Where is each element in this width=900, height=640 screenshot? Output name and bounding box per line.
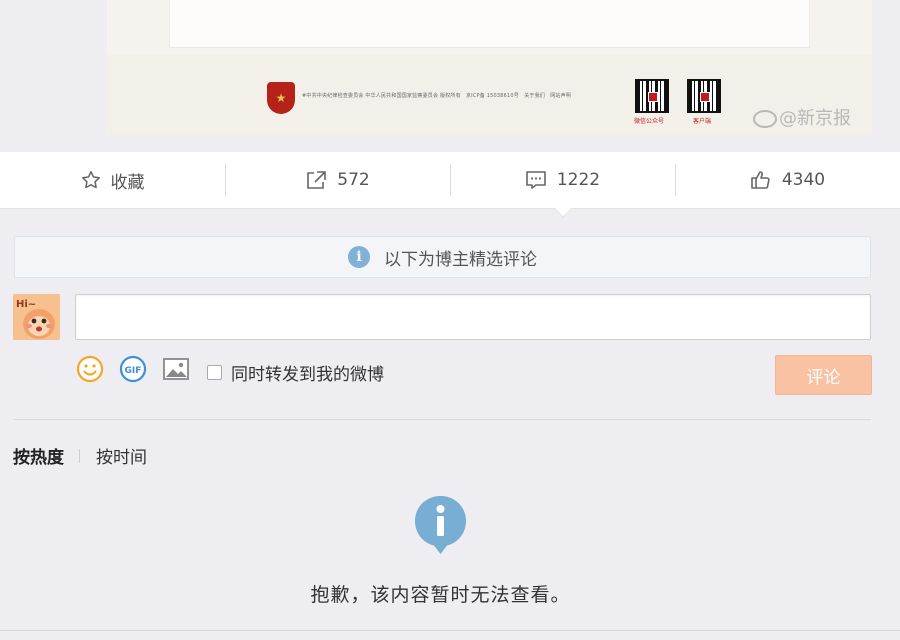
- star-icon: [81, 170, 101, 190]
- qr-caption-app: 客户端: [693, 118, 712, 125]
- tab-sort-by-time[interactable]: 按时间: [96, 443, 147, 468]
- weibo-logo-icon: [753, 110, 777, 128]
- tab-sort-by-hot[interactable]: 按热度: [13, 443, 64, 468]
- gif-button[interactable]: GIF: [119, 355, 147, 383]
- emblem-logo: ★: [267, 82, 295, 114]
- empty-state-message: 抱歉，该内容暂时无法查看。: [310, 584, 571, 606]
- divider: [14, 419, 871, 420]
- article-card-bottom: [169, 0, 810, 48]
- submit-comment-button[interactable]: 评论: [775, 355, 872, 395]
- qr-caption-wechat: 微信公众号: [634, 118, 665, 125]
- comment-sort-tabs: 按热度 按时间: [13, 443, 147, 468]
- gif-icon: GIF: [119, 355, 147, 383]
- comment-button[interactable]: 1222: [450, 152, 675, 208]
- repost-count: 572: [337, 170, 370, 190]
- like-button[interactable]: 4340: [675, 152, 900, 208]
- favorite-label: 收藏: [110, 172, 145, 193]
- notice-text: 以下为博主精选评论: [384, 249, 537, 270]
- svg-text:Hi~: Hi~: [16, 299, 36, 310]
- image-icon: [163, 358, 189, 380]
- comment-count: 1222: [556, 170, 601, 190]
- comment-icon: [525, 170, 547, 190]
- image-button[interactable]: [162, 355, 190, 383]
- svg-text:GIF: GIF: [125, 366, 142, 376]
- repost-to-weibo-checkbox[interactable]: 同时转发到我的微博: [207, 360, 384, 385]
- share-icon: [305, 170, 327, 190]
- info-bubble-icon: [413, 494, 468, 556]
- featured-comments-notice: i 以下为博主精选评论: [14, 236, 871, 278]
- info-icon: i: [348, 246, 370, 268]
- emoji-button[interactable]: [76, 355, 104, 383]
- article-footer-text: #中共中央纪律检查委员会 中华人民共和国国家监察委员会 版权所有 京ICP备 1…: [302, 93, 571, 99]
- repost-checkbox-label: 同时转发到我的微博: [231, 365, 384, 385]
- post-image[interactable]: ★ #中共中央纪律检查委员会 中华人民共和国国家监察委员会 版权所有 京ICP备…: [107, 0, 872, 135]
- bottom-divider: [0, 630, 900, 631]
- repost-button[interactable]: 572: [225, 152, 450, 208]
- post-action-bar: 收藏 572 1222 4340: [0, 152, 900, 209]
- qr-code-app: [687, 79, 721, 113]
- like-count: 4340: [781, 170, 826, 190]
- favorite-button[interactable]: 收藏: [0, 152, 225, 208]
- thumbs-up-icon: [750, 170, 772, 190]
- comment-input[interactable]: [75, 294, 871, 340]
- checkbox-box[interactable]: [207, 365, 222, 380]
- qr-code-wechat: [635, 79, 669, 113]
- watermark-text: @新京报: [779, 108, 851, 129]
- tab-separator: [79, 448, 80, 463]
- weibo-watermark: @新京报: [753, 104, 851, 130]
- smiley-icon: [76, 355, 104, 383]
- avatar-sticker-icon: Hi~: [13, 294, 60, 340]
- avatar[interactable]: Hi~: [13, 294, 60, 340]
